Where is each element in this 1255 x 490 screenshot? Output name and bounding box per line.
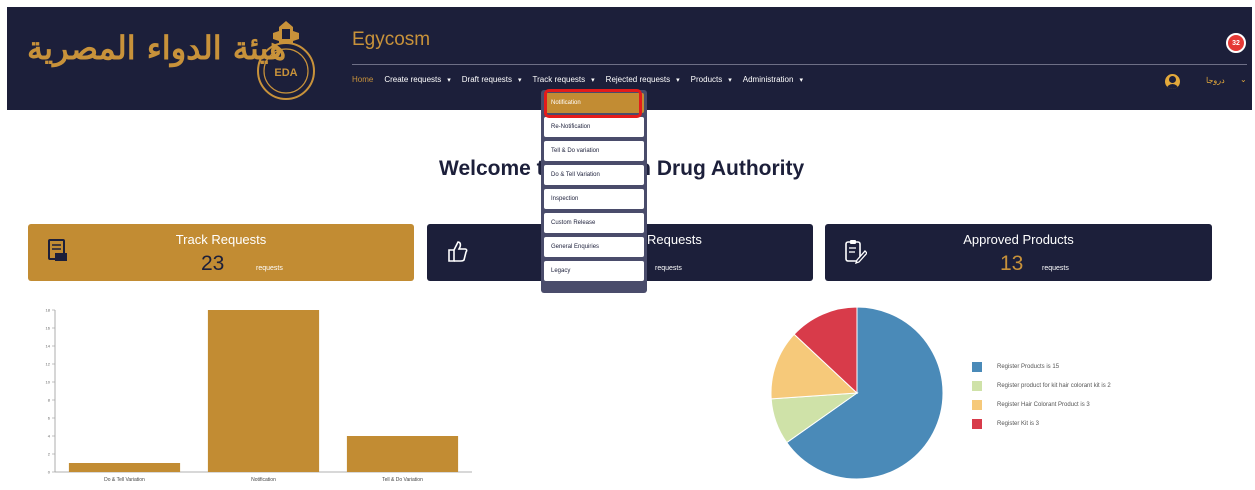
nav-item-create-requests[interactable]: Create requests ▾ (384, 75, 450, 84)
app-frame: هيئة الدواء المصرية EDA Egycosm Home Crea… (7, 7, 1252, 489)
card-unit: requests (655, 265, 682, 272)
card-title: Track Requests (175, 232, 267, 247)
dropdown-item-legacy[interactable]: Legacy (544, 261, 644, 281)
nav-item-administration[interactable]: Administration ▾ (743, 75, 803, 84)
dropdown-item-do-tell-variation[interactable]: Do & Tell Variation (544, 165, 644, 185)
bar-do-tell-variation (68, 463, 181, 472)
legend-entry[interactable]: Register Hair Colorant Product is 3 (972, 400, 1111, 410)
user-name[interactable]: دروجا (1206, 76, 1225, 85)
y-tick-label: 6 (48, 416, 51, 421)
legend-swatch (972, 400, 982, 410)
selection-highlight (544, 89, 642, 118)
y-tick-label: 10 (46, 380, 51, 385)
card-approved-products[interactable]: Approved Products 13 requests (825, 224, 1212, 281)
bar-notification (207, 310, 320, 472)
chevron-down-icon: ▾ (728, 76, 732, 84)
legend-entry[interactable]: Register product for kit hair colorant k… (972, 381, 1111, 391)
dropdown-item-custom-release[interactable]: Custom Release (544, 213, 644, 233)
track-requests-dropdown: Notification Re-Notification Tell & Do var… (541, 90, 647, 293)
nav-divider (352, 64, 1247, 65)
x-tick-label: Do & Tell Variation (104, 477, 145, 483)
y-tick-label: 18 (46, 308, 51, 313)
chevron-down-icon: ▾ (591, 76, 595, 84)
nav-item-label: Create requests (384, 75, 442, 84)
bar-tell-do-variation (346, 436, 459, 472)
nav-item-label: Home (352, 75, 374, 84)
chevron-down-icon: ▾ (799, 76, 803, 84)
bar-chart: 0 2 4 6 8 10 12 14 16 18 Do & Tell Variation Notifi… (46, 308, 472, 483)
dropdown-item-general-enquiries[interactable]: General Enquiries (544, 237, 644, 257)
nav-item-rejected-requests[interactable]: Rejected requests ▾ (606, 75, 680, 84)
legend-swatch (972, 362, 982, 372)
nav-item-products[interactable]: Products ▾ (691, 75, 732, 84)
legend-swatch (972, 419, 982, 429)
y-tick-label: 16 (46, 326, 51, 331)
nav-item-label: Administration (742, 75, 794, 84)
dropdown-item-tell-do-variation[interactable]: Tell & Do variation (544, 141, 644, 161)
pie-legend: Register Products is 15 Register product … (972, 362, 1111, 438)
emblem-text: EDA (274, 67, 297, 79)
chevron-down-icon: ▾ (447, 76, 451, 84)
x-tick-label: Tell & Do Variation (382, 477, 423, 483)
y-tick-label: 4 (48, 434, 51, 439)
notification-badge[interactable]: 32 (1226, 33, 1246, 53)
nav-item-home[interactable]: Home (352, 75, 373, 84)
main-nav: Home Create requests ▾ Draft requests ▾ Track… (352, 75, 814, 84)
dropdown-item-re-notification[interactable]: Re-Notification (544, 117, 644, 137)
card-title: Approved Products (963, 232, 1074, 247)
card-unit: requests (256, 265, 283, 272)
x-tick-label: Notification (251, 477, 276, 483)
legend-swatch (972, 381, 982, 391)
app-title: Egycosm (352, 29, 431, 50)
pie-chart (770, 306, 944, 480)
nav-item-track-requests[interactable]: Track requests ▾ (533, 75, 595, 84)
card-count: 23 (201, 252, 225, 275)
card-count: 13 (1000, 252, 1024, 275)
legend-label: Register Hair Colorant Product is 3 (997, 402, 1090, 408)
legend-label: Register Kit is 3 (997, 421, 1040, 427)
legend-entry[interactable]: Register Kit is 3 (972, 419, 1111, 429)
legend-label: Register Products is 15 (997, 364, 1060, 370)
dropdown-item-inspection[interactable]: Inspection (544, 189, 644, 209)
chevron-down-icon: ▾ (518, 76, 522, 84)
nav-item-label: Draft requests (461, 75, 513, 84)
card-track-requests[interactable]: Track Requests 23 requests (28, 224, 414, 281)
y-tick-label: 14 (46, 344, 51, 349)
nav-item-label: Rejected requests (605, 75, 671, 84)
y-tick-label: 8 (48, 398, 51, 403)
eda-emblem-icon: EDA (257, 21, 315, 100)
nav-item-draft-requests[interactable]: Draft requests ▾ (462, 75, 522, 84)
legend-label: Register product for kit hair colorant k… (997, 383, 1111, 389)
user-menu-chevron-icon[interactable]: ⌄ (1240, 75, 1247, 84)
chevron-down-icon: ▾ (676, 76, 680, 84)
y-tick-label: 0 (48, 470, 51, 475)
nav-item-label: Track requests (532, 75, 586, 84)
nav-item-label: Products (690, 75, 723, 84)
legend-entry[interactable]: Register Products is 15 (972, 362, 1111, 372)
card-unit: requests (1042, 265, 1069, 272)
y-tick-label: 12 (46, 362, 51, 367)
y-tick-label: 2 (48, 452, 51, 457)
user-avatar-icon[interactable] (1165, 74, 1180, 89)
